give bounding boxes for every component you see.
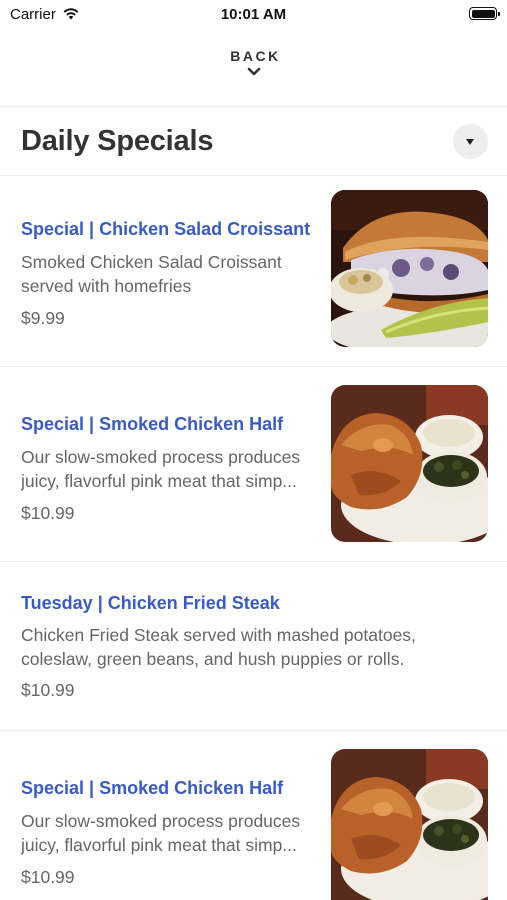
item-name: Tuesday | Chicken Fried Steak: [21, 593, 280, 613]
menu-item[interactable]: Special | Smoked Chicken Half Our slow-s…: [0, 367, 507, 561]
back-button[interactable]: BACK: [0, 48, 507, 94]
item-name: Special | Smoked Chicken Half: [21, 414, 284, 434]
chicken-salad-croissant-photo: [331, 190, 488, 347]
menu-item[interactable]: Special | Smoked Chicken Half Our slow-s…: [0, 731, 507, 900]
menu-item[interactable]: Tuesday | Chicken Fried Steak Chicken Fr…: [0, 562, 507, 730]
item-name: Special | Smoked Chicken Half: [21, 778, 284, 798]
back-label: BACK: [230, 48, 281, 64]
item-price: $10.99: [21, 503, 75, 523]
status-bar: Carrier 10:01 AM: [0, 0, 507, 30]
chevron-down-icon: [247, 67, 260, 76]
battery-icon: [469, 7, 500, 20]
item-description: Chicken Fried Steak served with mashed p…: [21, 625, 416, 669]
item-name: Special | Chicken Salad Croissant: [21, 219, 311, 239]
item-price: $10.99: [21, 680, 75, 700]
item-description: Our slow-smoked process produces juicy, …: [21, 447, 301, 491]
item-price: $10.99: [21, 867, 75, 887]
clock: 10:01 AM: [220, 6, 287, 23]
item-description: Smoked Chicken Salad Croissant served wi…: [21, 252, 282, 296]
page-title: Daily Specials: [21, 125, 214, 157]
smoked-chicken-half-photo: [331, 385, 488, 542]
divider: [0, 106, 507, 107]
item-price: $9.99: [21, 308, 65, 328]
item-description: Our slow-smoked process produces juicy, …: [21, 811, 301, 855]
smoked-chicken-half-photo: [331, 749, 488, 900]
category-dropdown-button[interactable]: [453, 124, 488, 159]
menu-item[interactable]: Special | Chicken Salad Croissant Smoked…: [0, 176, 507, 366]
